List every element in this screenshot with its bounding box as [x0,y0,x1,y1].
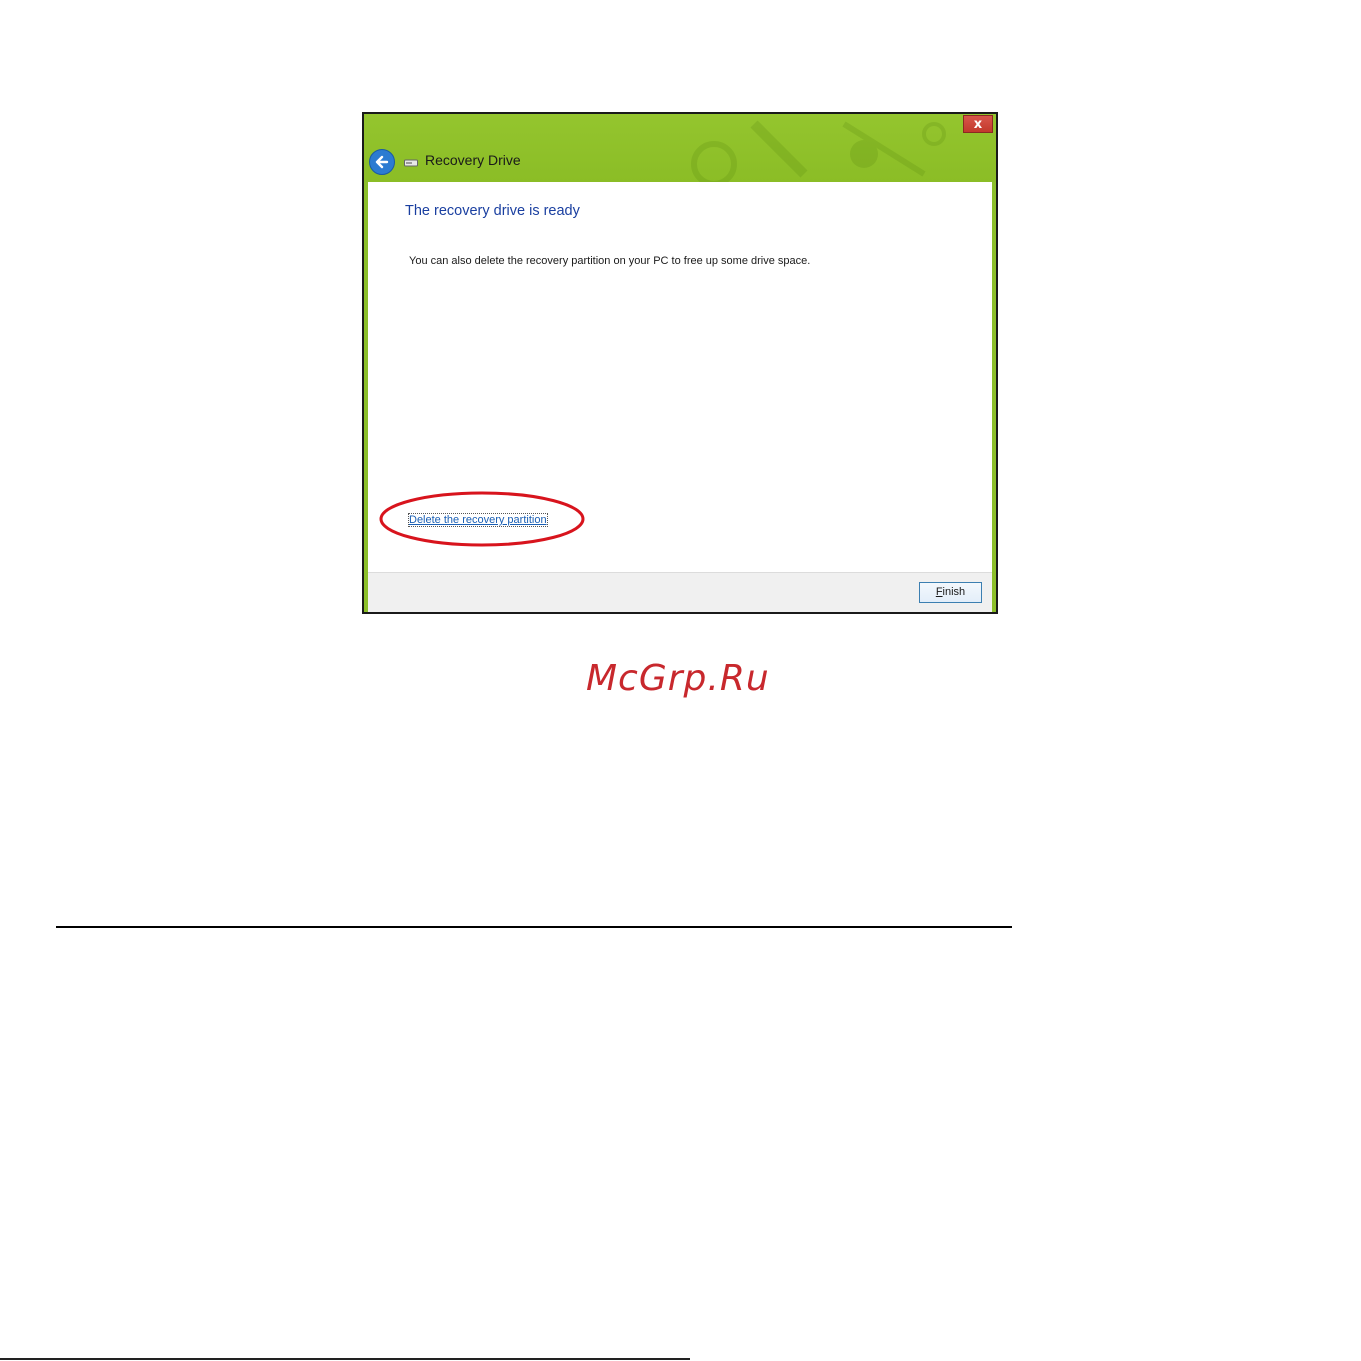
page-heading: The recovery drive is ready [405,203,580,219]
window-title: Recovery Drive [425,152,521,168]
site-watermark: McGrp.Ru [586,658,770,699]
delete-recovery-partition-link[interactable]: Delete the recovery partition [408,513,548,527]
title-bar: x Recovery Drive [364,114,996,182]
finish-button[interactable]: Finish [919,582,982,603]
back-button[interactable] [369,149,395,175]
close-icon: x [973,117,983,132]
decorative-tools-background [691,120,946,182]
recovery-drive-window: x Recovery Drive The recovery drive is r… [362,112,998,614]
close-button[interactable]: x [963,115,993,133]
bottom-divider [0,1358,690,1360]
description-text: You can also delete the recovery partiti… [409,255,811,267]
drive-icon [404,159,418,167]
arrow-left-icon [375,155,389,169]
horizontal-divider [56,926,1012,928]
wizard-footer: Finish [368,572,992,612]
wizard-content: The recovery drive is ready You can also… [368,182,992,572]
finish-button-label: inish [942,586,966,598]
finish-button-accesskey: F [935,586,943,598]
